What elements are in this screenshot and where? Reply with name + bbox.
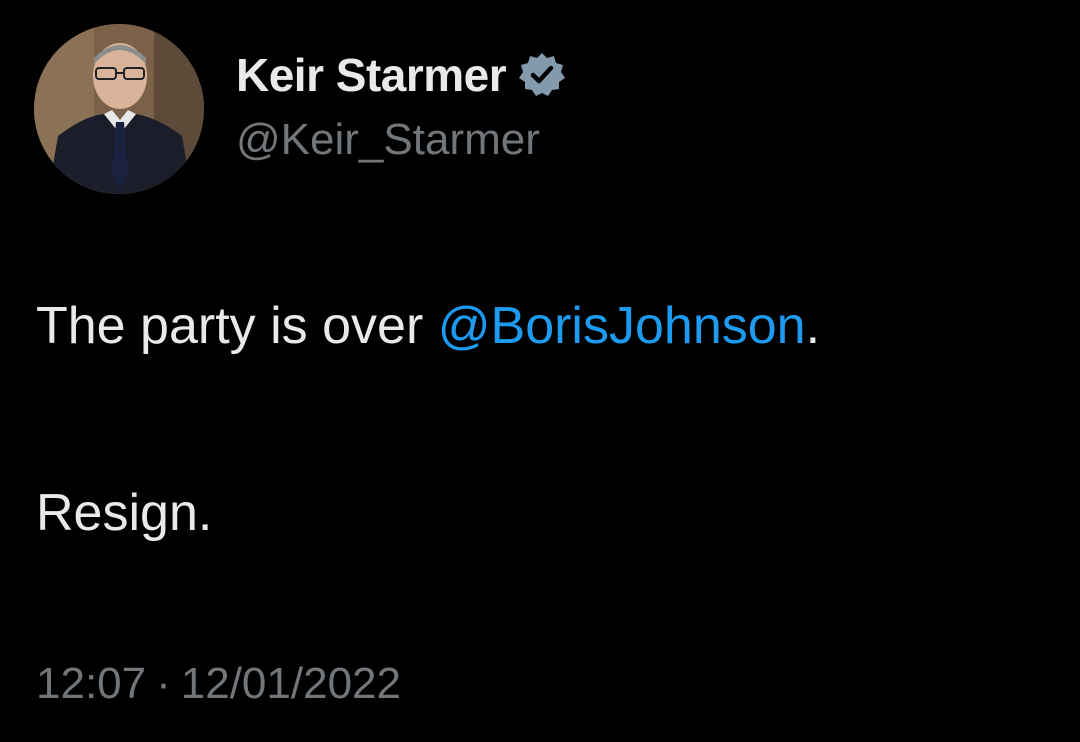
avatar-photo: [34, 24, 204, 194]
author-display-name[interactable]: Keir Starmer: [236, 48, 507, 102]
mention-link[interactable]: @BorisJohnson: [438, 297, 806, 355]
tweet-card: Keir Starmer @Keir_Starmer The party is …: [0, 0, 1080, 742]
tweet-date: 12/01/2022: [180, 659, 401, 708]
verified-badge-icon[interactable]: [518, 51, 566, 99]
tweet-text: The party is over @BorisJohnson.: [36, 296, 820, 356]
author-handle[interactable]: @Keir_Starmer: [236, 115, 540, 165]
avatar[interactable]: [34, 24, 204, 194]
tweet-timestamp[interactable]: 12:07 · 12/01/2022: [36, 656, 401, 712]
meta-separator: ·: [156, 659, 171, 708]
tweet-text-before: The party is over: [36, 297, 438, 355]
tweet-second-paragraph: Resign.: [36, 484, 213, 542]
author-name-row: Keir Starmer: [236, 45, 566, 105]
tweet-text-after: .: [805, 297, 821, 355]
tweet-time: 12:07: [36, 659, 147, 708]
